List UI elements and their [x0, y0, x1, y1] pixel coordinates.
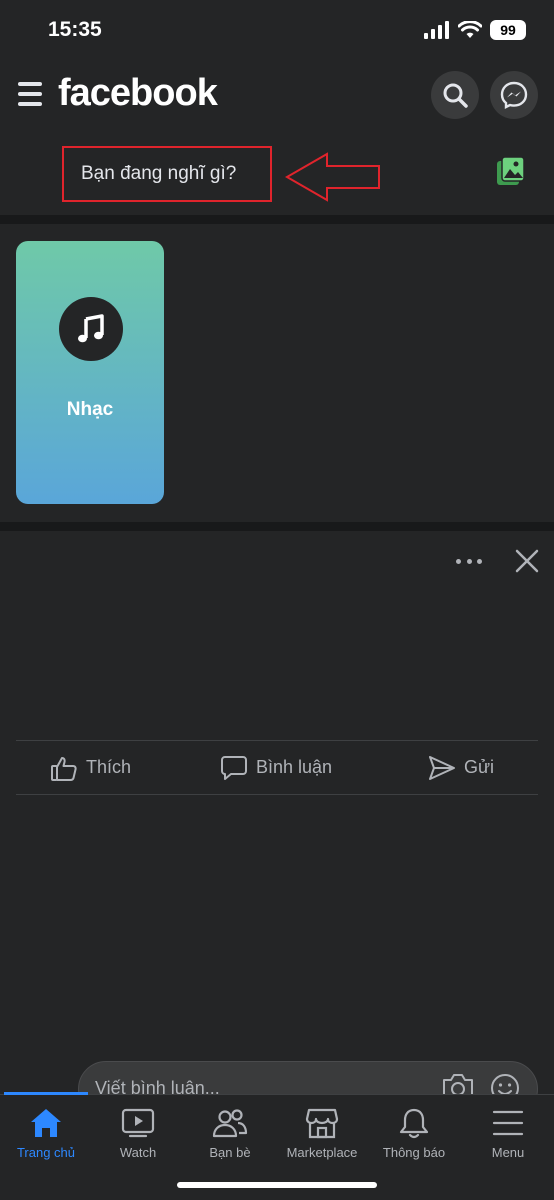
nav-home-label: Trang chủ [16, 1145, 76, 1160]
nav-watch-label: Watch [119, 1145, 157, 1160]
nav-marketplace[interactable]: Marketplace [276, 1107, 368, 1169]
nav-friends[interactable]: Bạn bè [184, 1107, 276, 1169]
search-icon [443, 83, 468, 108]
action-divider-bottom [16, 794, 538, 795]
nav-home[interactable]: Trang chủ [0, 1107, 92, 1169]
send-icon [429, 755, 455, 780]
like-label: Thích [86, 757, 132, 777]
nav-notifications-label: Thông báo [382, 1145, 446, 1160]
comment-icon [221, 755, 247, 780]
send-button[interactable]: Gửi [428, 741, 494, 794]
nav-marketplace-label: Marketplace [286, 1145, 358, 1160]
post-composer: Bạn đang nghĩ gì? [0, 140, 554, 214]
nav-watch[interactable]: Watch [92, 1107, 184, 1169]
menu-icon [492, 1110, 524, 1136]
more-icon[interactable] [456, 550, 482, 572]
hamburger-icon[interactable] [18, 82, 42, 106]
section-divider [0, 215, 554, 224]
comment-button[interactable]: Bình luận [220, 741, 332, 794]
brand-logo: facebook [58, 72, 218, 114]
search-button[interactable] [431, 71, 479, 119]
nav-menu[interactable]: Menu [462, 1107, 554, 1169]
composer-input[interactable]: Bạn đang nghĩ gì? [62, 146, 272, 202]
friends-icon [212, 1109, 248, 1138]
music-card-label: Nhạc [66, 399, 114, 420]
wifi-icon [458, 21, 482, 38]
music-note-icon [78, 314, 104, 343]
like-button[interactable]: Thích [50, 741, 131, 794]
nav-menu-label: Menu [491, 1145, 525, 1160]
status-time: 15:35 [48, 18, 102, 41]
home-icon [31, 1109, 61, 1137]
signal-icon [424, 21, 449, 39]
app-header: facebook [0, 68, 554, 124]
home-indicator [177, 1182, 377, 1188]
battery-indicator: 99 [490, 20, 526, 40]
bell-icon [399, 1108, 429, 1139]
like-icon [51, 756, 77, 781]
music-story-card[interactable]: Nhạc [16, 241, 164, 504]
active-tab-indicator [4, 1092, 88, 1095]
messenger-button[interactable] [490, 71, 538, 119]
close-icon[interactable] [514, 548, 540, 574]
marketplace-icon [305, 1108, 339, 1139]
status-bar: 15:35 99 [0, 0, 554, 60]
section-divider [0, 522, 554, 531]
post-actions: Thích Bình luận Gửi [16, 741, 538, 794]
music-circle [59, 297, 123, 361]
watch-icon [121, 1108, 155, 1138]
photo-icon[interactable] [496, 156, 526, 188]
nav-notifications[interactable]: Thông báo [368, 1107, 460, 1169]
arrow-annotation-icon [285, 152, 380, 202]
messenger-icon [500, 81, 528, 109]
comment-label: Bình luận [256, 757, 333, 777]
send-label: Gửi [464, 757, 495, 777]
status-icons: 99 [424, 20, 526, 40]
nav-friends-label: Bạn bè [209, 1145, 251, 1160]
